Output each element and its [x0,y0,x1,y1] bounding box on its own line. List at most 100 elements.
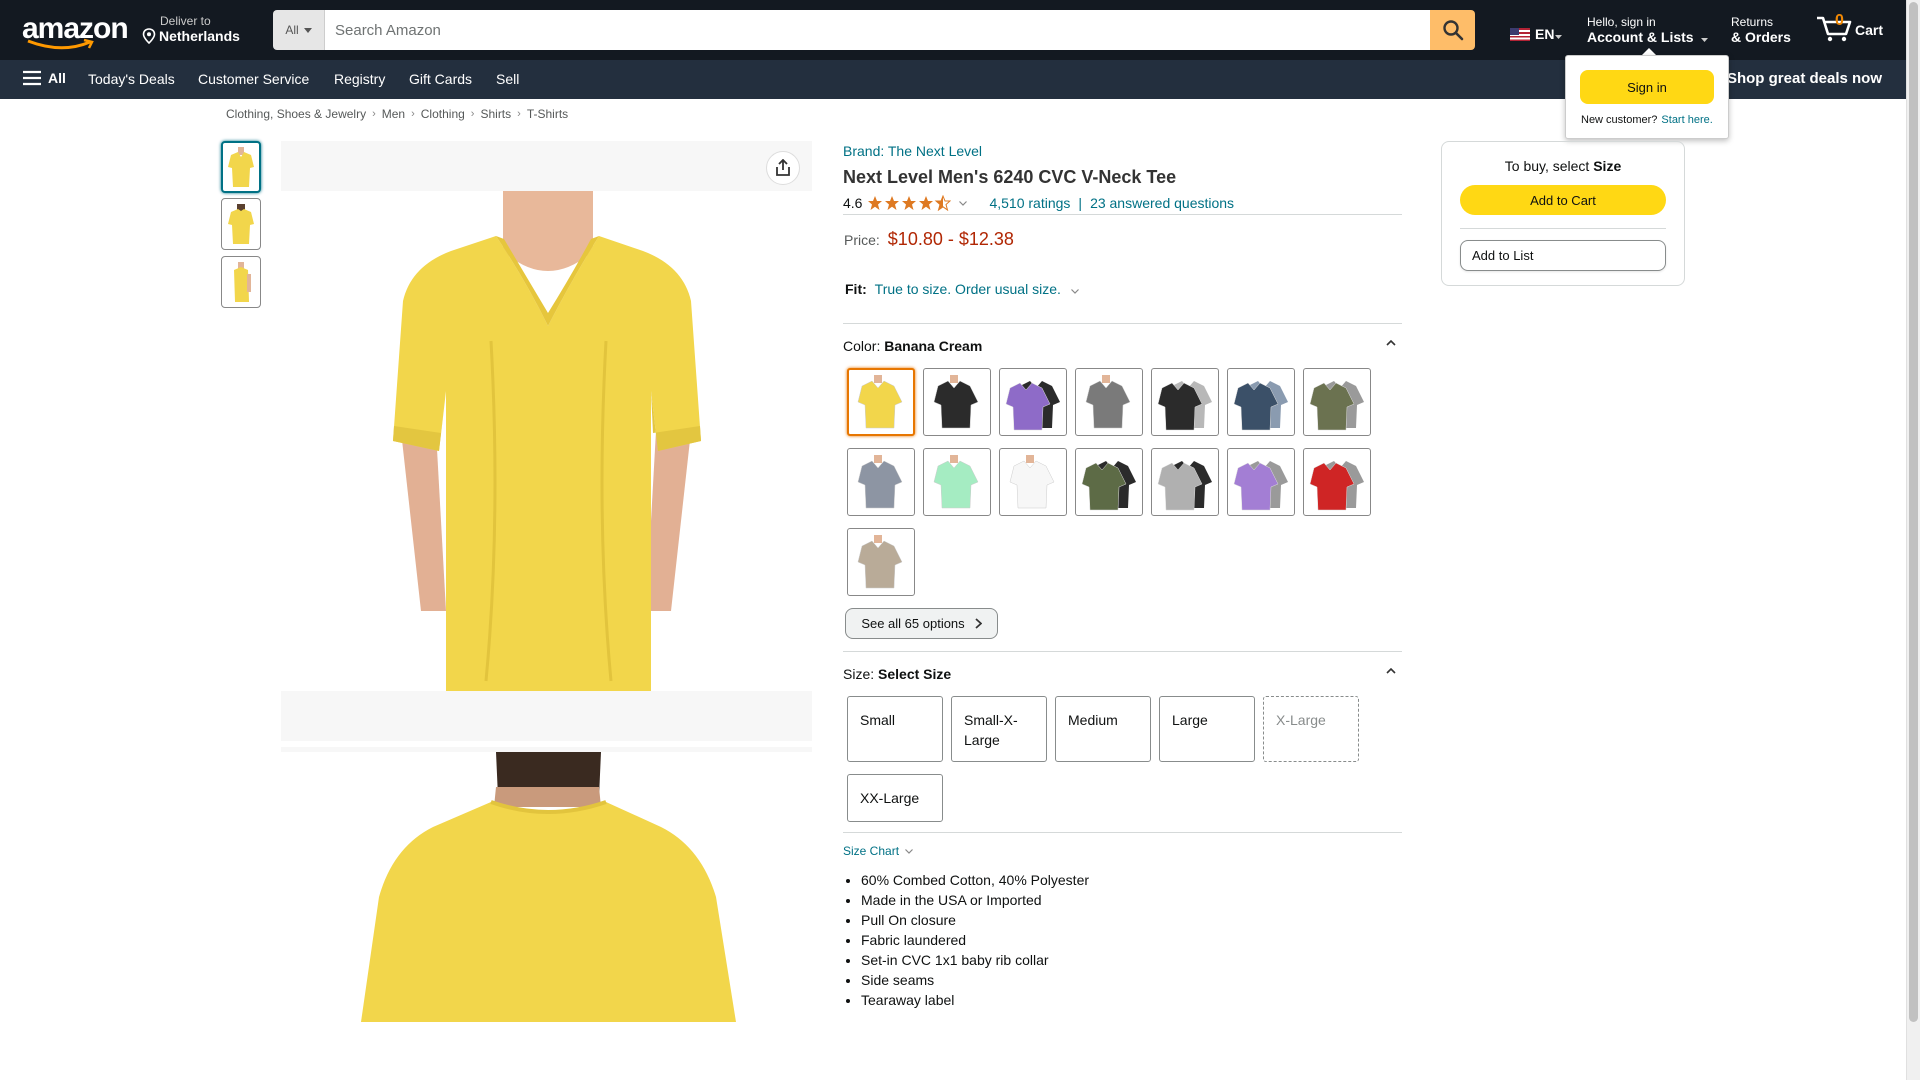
main-product-image[interactable] [281,141,812,741]
tshirt-side-thumbnail-icon [234,262,251,302]
breadcrumb-item[interactable]: Shirts [480,107,511,121]
chevron-down-icon[interactable] [959,200,968,206]
page-scrollbar[interactable] [1906,0,1920,1080]
brand-link[interactable]: Brand: The Next Level [843,143,982,159]
color-swatch[interactable] [1075,448,1143,516]
start-here-link[interactable]: Start here. [1661,114,1712,126]
tshirt-swatch-icon [933,375,979,429]
ratings-count-link[interactable]: 4,510 ratings [989,195,1070,211]
search-input[interactable] [325,10,1430,50]
nav-registry[interactable]: Registry [334,71,385,87]
search-category-select[interactable]: All [273,10,325,50]
caret-down-icon [303,27,312,33]
share-button[interactable] [766,151,800,185]
add-to-cart-button[interactable]: Add to Cart [1460,185,1666,215]
tshirt-swatch-icon [933,455,979,509]
search-category-label: All [285,23,299,37]
breadcrumb-item[interactable]: Men [382,107,405,121]
add-to-list-button[interactable]: Add to List [1460,240,1666,271]
color-swatch[interactable] [847,448,915,516]
tshirt-swatch-icon [1233,381,1288,431]
color-swatch[interactable] [847,528,915,596]
size-option-small-x-large[interactable]: Small-X-Large [951,696,1047,762]
feature-bullet: Side seams [861,970,1089,990]
tshirt-back-thumbnail-icon [228,204,254,244]
tshirt-swatch-icon [1009,455,1055,509]
returns-label: Returns [1731,15,1774,29]
separator: | [1078,195,1083,211]
product-thumbnail[interactable] [221,141,261,193]
breadcrumb-item[interactable]: Clothing, Shoes & Jewelry [226,107,366,121]
color-swatch[interactable] [999,448,1067,516]
divider [843,323,1402,324]
shop-deals-promo[interactable]: Shop great deals now [1727,70,1882,87]
color-swatch[interactable] [1227,448,1295,516]
language-selector[interactable]: EN [1510,26,1563,42]
breadcrumb-separator-icon: › [517,108,521,120]
breadcrumb: Clothing, Shoes & Jewelry › Men › Clothi… [226,107,568,121]
cart-count: 0 [1835,12,1844,29]
amazon-logo[interactable]: amazon [20,12,129,50]
color-swatch[interactable] [923,448,991,516]
cart-button[interactable]: 0 Cart [1815,12,1883,42]
product-thumbnail[interactable] [221,256,261,308]
secondary-product-image[interactable] [281,747,812,1022]
size-header[interactable]: Size: Select Size [843,666,1402,682]
divider [843,832,1402,833]
deliver-to-label: Deliver to [160,14,211,28]
color-swatch[interactable] [847,368,915,436]
color-swatch[interactable] [1227,368,1295,436]
size-chart-link[interactable]: Size Chart [843,844,913,858]
feature-bullet: Pull On closure [861,910,1089,930]
color-swatch[interactable] [1151,368,1219,436]
nav-sell[interactable]: Sell [496,71,519,87]
buy-select-prefix: To buy, select [1504,158,1590,174]
deliver-to[interactable]: Deliver to Netherlands [142,14,240,44]
rating-value: 4.6 [843,195,863,211]
chevron-down-icon [905,848,913,854]
color-swatch[interactable] [1075,368,1143,436]
color-swatch[interactable] [923,368,991,436]
breadcrumb-item[interactable]: Clothing [421,107,465,121]
cart-label: Cart [1855,22,1884,38]
hamburger-menu-icon [23,70,41,86]
scrollbar-thumb[interactable] [1909,2,1918,1022]
color-header[interactable]: Color: Banana Cream [843,338,1402,354]
size-option-large[interactable]: Large [1159,696,1255,762]
see-all-options-button[interactable]: See all 65 options [845,608,998,639]
breadcrumb-separator-icon: › [470,108,475,120]
product-thumbnail[interactable] [221,198,261,250]
color-swatch[interactable] [1151,448,1219,516]
color-value: Banana Cream [884,338,983,354]
size-option-xx-large[interactable]: XX-Large [847,774,943,822]
deliver-to-location: Netherlands [159,28,240,44]
rating-row: 4.6 4,510 ratings | 23 answered question… [843,195,1234,211]
feature-bullet: Made in the USA or Imported [861,890,1089,910]
color-swatch[interactable] [1303,368,1371,436]
price-low: $10.80 [887,229,943,249]
size-option-small[interactable]: Small [847,696,943,762]
language-label: EN [1535,26,1555,42]
size-option-x-large[interactable]: X-Large [1263,696,1359,762]
nav-gift-cards[interactable]: Gift Cards [409,71,472,87]
tshirt-swatch-icon [1309,461,1364,511]
fit-label: Fit: [845,281,867,297]
fit-row[interactable]: Fit: True to size. Order usual size. [845,281,1079,297]
account-lists[interactable]: Hello, sign in Account & Lists [1587,15,1709,45]
nav-customer-service[interactable]: Customer Service [198,71,309,87]
answered-questions-link[interactable]: 23 answered questions [1090,195,1234,211]
nav-todays-deals[interactable]: Today's Deals [88,71,175,87]
all-menu-button[interactable]: All [22,70,66,86]
color-swatch[interactable] [999,368,1067,436]
search-button[interactable] [1430,10,1475,50]
tshirt-front-thumbnail-icon [228,147,254,187]
signin-button[interactable]: Sign in [1580,70,1714,104]
color-swatch[interactable] [1303,448,1371,516]
tshirt-swatch-icon [857,375,903,429]
returns-orders[interactable]: Returns & Orders [1731,15,1791,45]
star-rating-icon[interactable] [867,195,952,211]
fit-value: True to size. Order usual size. [874,281,1061,297]
tshirt-swatch-icon [857,455,903,509]
breadcrumb-item[interactable]: T-Shirts [527,107,568,121]
size-option-medium[interactable]: Medium [1055,696,1151,762]
